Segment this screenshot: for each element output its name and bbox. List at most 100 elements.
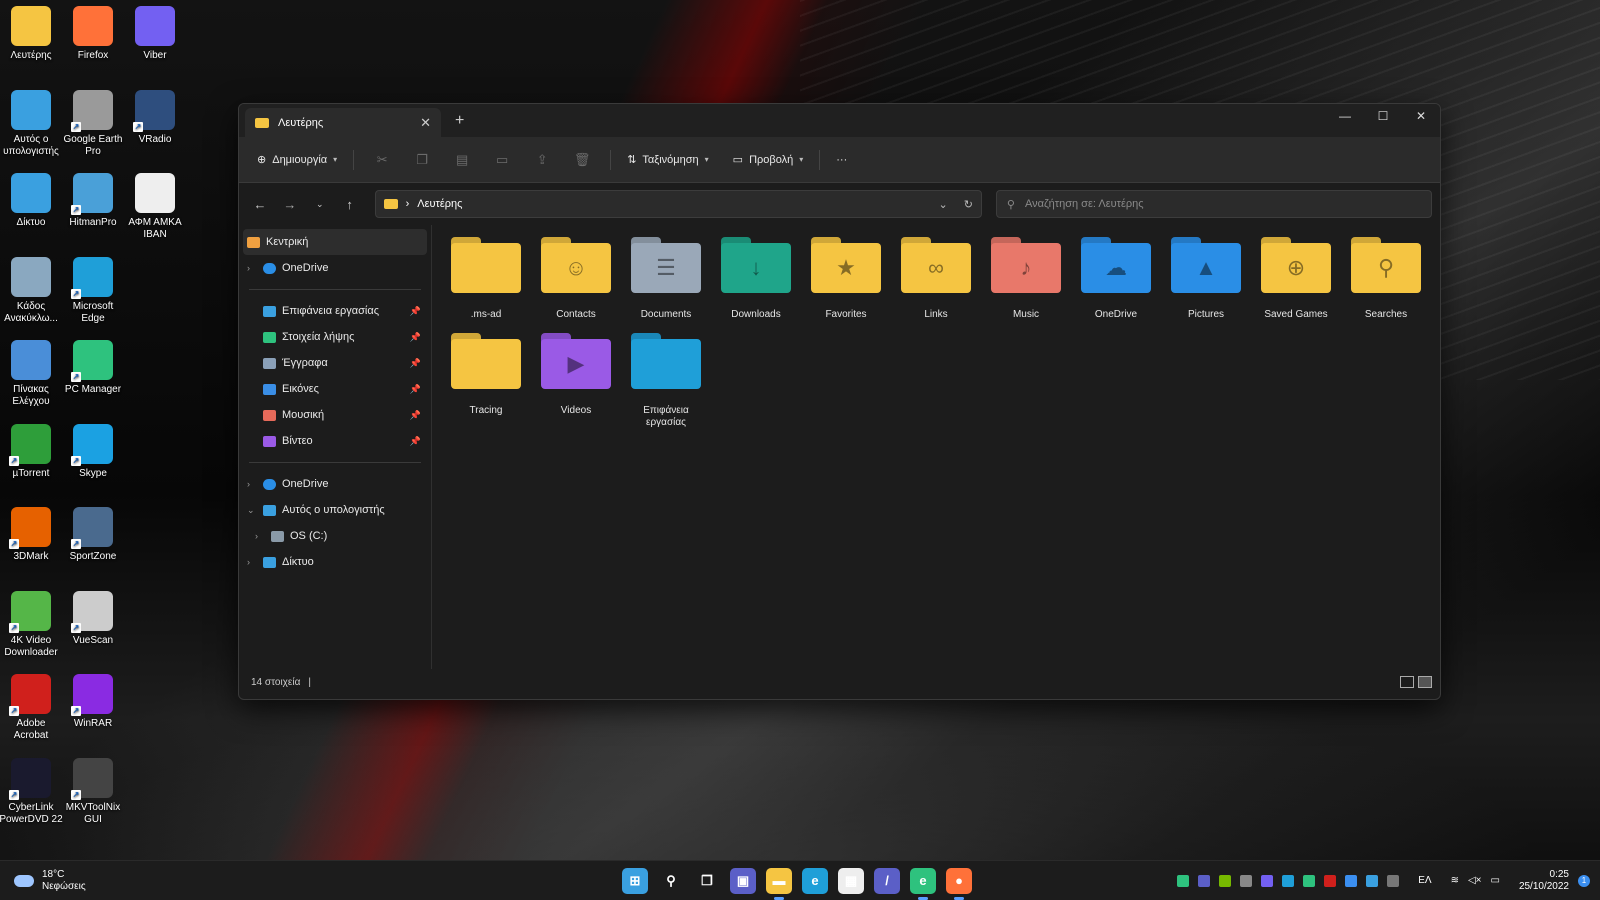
task-view-icon[interactable]: ❐ [694, 867, 720, 894]
file-item[interactable]: ↓ Downloads [712, 235, 800, 321]
volume-muted-icon[interactable]: ◁× [1468, 875, 1482, 886]
desktop-shortcut[interactable]: Λευτέρης [0, 6, 63, 62]
breadcrumb-item[interactable]: Λευτέρης [417, 198, 462, 210]
teams-tray-icon[interactable] [1198, 874, 1211, 887]
nvidia-tray-icon[interactable] [1219, 874, 1232, 887]
file-item[interactable]: Επιφάνεια εργασίας [622, 331, 710, 429]
wifi-icon[interactable]: ≋ [1451, 875, 1459, 886]
desktop-shortcut[interactable]: ↗ VRadio [123, 89, 187, 146]
desktop-shortcut[interactable]: Κάδος Ανακύκλω... [0, 256, 63, 325]
address-dropdown-chevron-icon[interactable]: ⌄ [938, 198, 947, 211]
sidebar-item-quick-access[interactable]: Στοιχεία λήψης 📌 [239, 324, 431, 350]
minimize-button[interactable]: — [1326, 104, 1364, 128]
desktop-shortcut[interactable]: Viber [123, 6, 187, 62]
desktop-shortcut[interactable]: ↗ 4K Video Downloader [0, 590, 63, 659]
visual-studio-icon[interactable]: / [874, 867, 900, 894]
title-bar[interactable]: Λευτέρης ✕ + — ☐ ✕ [239, 104, 1440, 137]
defender-tray-icon[interactable] [1366, 874, 1379, 887]
close-window-button[interactable]: ✕ [1402, 104, 1440, 128]
language-indicator[interactable]: ΕΛ [1418, 875, 1431, 886]
desktop-shortcut[interactable]: Πίνακας Ελέγχου [0, 340, 63, 408]
desktop-shortcut[interactable]: ↗ WinRAR [61, 674, 125, 730]
file-item[interactable]: ♪ Music [982, 235, 1070, 321]
chevron-right-icon[interactable]: › [247, 263, 257, 273]
file-item[interactable]: ⊕ Saved Games [1252, 235, 1340, 321]
amd-tray-icon[interactable] [1324, 874, 1337, 887]
search-icon[interactable]: ⚲ [658, 867, 684, 894]
refresh-icon[interactable]: ↻ [964, 198, 973, 211]
nav-item-os-c[interactable]: › OS (C:) [239, 523, 431, 549]
bluetooth-tray-icon[interactable] [1345, 874, 1358, 887]
address-bar[interactable]: › Λευτέρης ⌄ ↻ [374, 190, 982, 218]
weather-widget[interactable]: 18°C Νεφώσεις [14, 869, 86, 893]
desktop-shortcut[interactable]: ↗ PC Manager [61, 340, 125, 396]
teams-chat-icon[interactable]: ▣ [730, 867, 756, 894]
rename-button[interactable]: ▭ [484, 148, 520, 172]
nav-item-onedrive[interactable]: › OneDrive [239, 471, 431, 497]
sidebar-item-quick-access[interactable]: Μουσική 📌 [239, 402, 431, 428]
back-arrow-icon[interactable]: ← [247, 197, 273, 212]
edge-dev-icon[interactable]: e [910, 867, 936, 900]
search-box[interactable]: ⚲ [995, 190, 1433, 218]
battery-icon[interactable]: ▭ [1490, 875, 1499, 886]
close-tab-icon[interactable]: ✕ [420, 115, 431, 131]
chevron-right-icon[interactable]: › [247, 557, 257, 567]
file-explorer-icon[interactable]: ▬ [766, 867, 792, 900]
file-item[interactable]: ☰ Documents [622, 235, 710, 321]
sidebar-item-quick-access[interactable]: Βίντεο 📌 [239, 428, 431, 454]
desktop-shortcut[interactable]: ↗ Microsoft Edge [61, 256, 125, 325]
up-arrow-icon[interactable]: ↑ [337, 197, 363, 212]
file-item[interactable]: ▶ Videos [532, 331, 620, 429]
desktop-shortcut[interactable]: Δίκτυο [0, 173, 63, 229]
file-item[interactable]: ⚲ Searches [1342, 235, 1430, 321]
file-item[interactable]: ★ Favorites [802, 235, 890, 321]
new-tab-button[interactable]: + [455, 112, 464, 130]
file-item[interactable]: .ms-ad [442, 235, 530, 321]
edge-tray-icon[interactable] [1282, 874, 1295, 887]
nav-item-network[interactable]: › Δίκτυο [239, 549, 431, 575]
nav-item-home[interactable]: Κεντρική [243, 229, 427, 255]
file-item[interactable]: Tracing [442, 331, 530, 429]
sidebar-item-quick-access[interactable]: Εικόνες 📌 [239, 376, 431, 402]
desktop-shortcut[interactable]: ↗ SportZone [61, 507, 125, 563]
desktop-shortcut[interactable]: Αυτός ο υπολογιστής [0, 89, 63, 158]
edge-icon[interactable]: e [802, 867, 828, 894]
recent-locations-chevron-icon[interactable]: ⌄ [307, 199, 333, 210]
file-item[interactable]: ∞ Links [892, 235, 980, 321]
desktop-shortcut[interactable]: ↗ Skype [61, 423, 125, 480]
pc-manager-tray-icon[interactable] [1177, 874, 1190, 887]
desktop-shortcut[interactable]: ΑΦΜ ΑΜΚΑ ΙΒΑΝ [123, 173, 187, 241]
view-button[interactable]: ▭ Προβολή ▾ [727, 149, 810, 170]
new-button[interactable]: ⊕ Δημιουργία ▾ [251, 149, 343, 170]
desktop-shortcut[interactable]: ↗ Adobe Acrobat [0, 674, 63, 742]
search-input[interactable] [1024, 198, 1405, 210]
details-view-icon[interactable] [1400, 676, 1414, 688]
chevron-down-icon[interactable]: ⌄ [247, 505, 257, 516]
firefox-icon[interactable]: ● [946, 867, 972, 900]
desktop-shortcut[interactable]: ↗ MKVToolNix GUI [61, 757, 125, 826]
viber-tray-icon[interactable] [1261, 874, 1274, 887]
cut-button[interactable]: ✂ [364, 148, 400, 172]
share-button[interactable]: ⇪ [524, 148, 560, 172]
forward-arrow-icon[interactable]: → [277, 197, 303, 212]
notification-badge[interactable]: 1 [1578, 874, 1590, 887]
chevron-right-icon[interactable]: › [255, 531, 265, 541]
sidebar-item-quick-access[interactable]: Έγγραφα 📌 [239, 350, 431, 376]
nav-item-this-pc[interactable]: ⌄ Αυτός ο υπολογιστής [239, 497, 431, 523]
desktop-shortcut[interactable]: ↗ Google Earth Pro [61, 89, 125, 158]
file-item[interactable]: ☺ Contacts [532, 235, 620, 321]
large-icons-view-icon[interactable] [1418, 676, 1432, 688]
security-tray-icon[interactable] [1303, 874, 1316, 887]
onedrive-tray-icon[interactable] [1240, 874, 1253, 887]
tab-leuteris[interactable]: Λευτέρης ✕ [245, 108, 441, 137]
desktop-shortcut[interactable]: ↗ CyberLink PowerDVD 22 [0, 757, 63, 826]
desktop-shortcut[interactable]: ↗ HitmanPro [61, 173, 125, 229]
paste-button[interactable]: ▤ [444, 148, 480, 172]
desktop-shortcut[interactable]: Firefox [61, 6, 125, 62]
clock[interactable]: 0:25 25/10/2022 [1519, 869, 1569, 893]
desktop-shortcut[interactable]: ↗ µTorrent [0, 423, 63, 480]
maximize-button[interactable]: ☐ [1364, 104, 1402, 128]
desktop-shortcut[interactable]: ↗ VueScan [61, 590, 125, 647]
chevron-right-icon[interactable]: › [247, 479, 257, 489]
file-item[interactable]: ▲ Pictures [1162, 235, 1250, 321]
